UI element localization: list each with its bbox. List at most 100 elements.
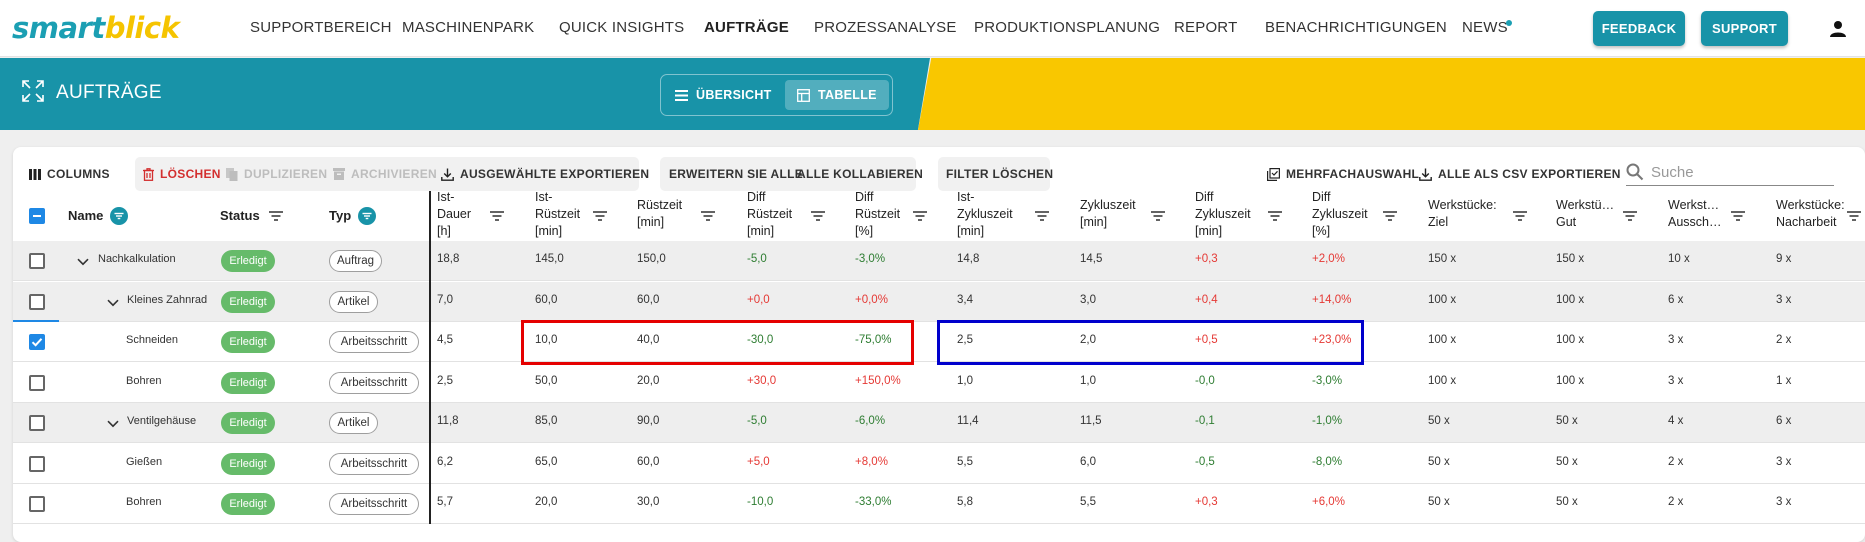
column-filter-icon[interactable] bbox=[913, 211, 927, 221]
table-cell: 3 x bbox=[1776, 456, 1792, 468]
row-checkbox[interactable] bbox=[29, 253, 45, 269]
column-filter-icon[interactable] bbox=[490, 211, 504, 221]
table-row[interactable] bbox=[13, 484, 1865, 524]
column-filter-icon[interactable] bbox=[1151, 211, 1165, 221]
duplicate-button[interactable]: DUPLIZIEREN bbox=[226, 165, 327, 183]
export-csv-button[interactable]: ALLE ALS CSV EXPORTIEREN bbox=[1419, 165, 1621, 183]
feedback-button[interactable]: FEEDBACK bbox=[1593, 11, 1685, 46]
table-cell: 145,0 bbox=[535, 253, 564, 265]
col-header-line: Diff bbox=[855, 190, 874, 204]
status-filter-icon[interactable] bbox=[269, 211, 283, 221]
col-header-1[interactable]: Ist- Dauer [h] bbox=[437, 189, 471, 240]
delete-label: LÖSCHEN bbox=[160, 167, 221, 181]
col-header-6[interactable]: Ist- Zykluszeit [min] bbox=[957, 189, 1013, 240]
column-filter-icon[interactable] bbox=[1847, 211, 1861, 221]
col-header-2[interactable]: Ist- Rüstzeit [min] bbox=[535, 189, 580, 240]
nav-prozessanalyse[interactable]: PROZESSANALYSE bbox=[814, 19, 957, 36]
col-header-10[interactable]: Werkstücke: Ziel bbox=[1428, 197, 1497, 231]
name-filter-active-icon[interactable] bbox=[110, 207, 128, 225]
table-cell: 1,0 bbox=[957, 375, 973, 387]
col-header-4[interactable]: Diff Rüstzeit [min] bbox=[747, 189, 792, 240]
column-filter-icon[interactable] bbox=[1383, 211, 1397, 221]
table-cell: 60,0 bbox=[535, 294, 558, 306]
nav-report[interactable]: REPORT bbox=[1174, 19, 1237, 36]
table-icon bbox=[797, 88, 810, 102]
nav-benachrichtigungen[interactable]: BENACHRICHTIGUNGEN bbox=[1265, 19, 1447, 36]
multi-select-button[interactable]: MEHRFACHAUSWAHL bbox=[1267, 165, 1419, 183]
col-header-7[interactable]: Zykluszeit [min] bbox=[1080, 197, 1136, 231]
expand-all-button[interactable]: ERWEITERN SIE ALLE bbox=[669, 165, 803, 183]
row-checkbox[interactable] bbox=[29, 496, 45, 512]
search-input[interactable]: Suche bbox=[1651, 164, 1694, 181]
typ-filter-active-icon[interactable] bbox=[358, 207, 376, 225]
nav-auftraege[interactable]: AUFTRÄGE bbox=[704, 19, 789, 36]
clear-filter-button[interactable]: FILTER LÖSCHEN bbox=[946, 165, 1053, 183]
select-all-checkbox[interactable] bbox=[29, 208, 45, 224]
col-header-11[interactable]: Werkstü… Gut bbox=[1556, 197, 1614, 231]
table-cell: 150 x bbox=[1556, 253, 1585, 265]
col-header-5[interactable]: Diff Rüstzeit [%] bbox=[855, 189, 900, 240]
table-cell: 18,8 bbox=[437, 253, 460, 265]
table-row[interactable] bbox=[13, 363, 1865, 403]
column-filter-icon[interactable] bbox=[593, 211, 607, 221]
download-icon bbox=[1419, 168, 1432, 181]
nav-maschinenpark[interactable]: MASCHINENPARK bbox=[402, 19, 534, 36]
col-header-line: Dauer bbox=[437, 207, 472, 221]
table-cell: +0,0 bbox=[747, 294, 770, 306]
col-header-12[interactable]: Werkst… Aussch… bbox=[1668, 197, 1722, 231]
nav-quick-insights[interactable]: QUICK INSIGHTS bbox=[559, 19, 684, 36]
view-table-button[interactable]: TABELLE bbox=[785, 80, 889, 110]
trash-icon bbox=[143, 167, 154, 181]
table-cell: 3,4 bbox=[957, 294, 973, 306]
col-header-13[interactable]: Werkstücke: Nacharbeit bbox=[1776, 197, 1845, 231]
col-header-line: [min] bbox=[747, 224, 775, 238]
col-header-9[interactable]: Diff Zykluszeit [%] bbox=[1312, 189, 1368, 240]
col-header-status[interactable]: Status bbox=[220, 207, 260, 224]
archive-button[interactable]: ARCHIVIEREN bbox=[333, 165, 437, 183]
fullscreen-icon[interactable] bbox=[22, 80, 44, 102]
row-checkbox[interactable] bbox=[29, 294, 45, 310]
smartblick-logo[interactable]: smartblick bbox=[12, 11, 180, 45]
column-filter-icon[interactable] bbox=[1268, 211, 1282, 221]
col-header-line: Diff bbox=[1312, 190, 1331, 204]
status-badge: Erledigt bbox=[221, 331, 275, 353]
col-header-typ[interactable]: Typ bbox=[329, 207, 351, 224]
chevron-down-icon[interactable] bbox=[77, 258, 89, 266]
column-filter-icon[interactable] bbox=[1623, 211, 1637, 221]
nav-produktionsplanung[interactable]: PRODUKTIONSPLANUNG bbox=[974, 19, 1160, 36]
support-button[interactable]: SUPPORT bbox=[1701, 11, 1788, 46]
table-row[interactable] bbox=[13, 241, 1865, 281]
column-filter-icon[interactable] bbox=[1731, 211, 1745, 221]
col-header-line: Rüstzeit bbox=[637, 198, 683, 212]
export-selected-button[interactable]: AUSGEWÄHLTE EXPORTIEREN bbox=[441, 165, 649, 183]
view-overview-button[interactable]: ÜBERSICHT bbox=[675, 80, 775, 110]
col-header-8[interactable]: Diff Zykluszeit [min] bbox=[1195, 189, 1251, 240]
nav-supportbereich[interactable]: SUPPORTBEREICH bbox=[250, 19, 392, 36]
table-row[interactable] bbox=[13, 444, 1865, 484]
nav-news[interactable]: NEWS bbox=[1462, 19, 1508, 36]
row-checkbox[interactable] bbox=[29, 334, 45, 350]
table-row[interactable] bbox=[13, 282, 1865, 322]
row-checkbox[interactable] bbox=[29, 415, 45, 431]
row-checkbox[interactable] bbox=[29, 456, 45, 472]
delete-button[interactable]: LÖSCHEN bbox=[143, 165, 221, 183]
column-filter-icon[interactable] bbox=[1513, 211, 1527, 221]
col-header-line: Werkstücke: bbox=[1776, 198, 1845, 212]
table-cell: +30,0 bbox=[747, 375, 777, 387]
page-title: AUFTRÄGE bbox=[56, 82, 162, 103]
col-header-line: Rüstzeit bbox=[535, 207, 581, 221]
column-filter-icon[interactable] bbox=[701, 211, 715, 221]
col-header-line: Ist- bbox=[437, 190, 455, 204]
chevron-down-icon[interactable] bbox=[107, 420, 119, 428]
col-header-name[interactable]: Name bbox=[68, 207, 103, 224]
user-account-icon[interactable] bbox=[1829, 20, 1847, 38]
chevron-down-icon[interactable] bbox=[107, 299, 119, 307]
collapse-all-button[interactable]: ALLE KOLLABIEREN bbox=[797, 165, 923, 183]
column-filter-icon[interactable] bbox=[1035, 211, 1049, 221]
table-row[interactable] bbox=[13, 403, 1865, 443]
row-checkbox[interactable] bbox=[29, 375, 45, 391]
col-header-3[interactable]: Rüstzeit [min] bbox=[637, 197, 682, 231]
table-cell: 50,0 bbox=[535, 375, 558, 387]
column-filter-icon[interactable] bbox=[811, 211, 825, 221]
columns-button[interactable]: COLUMNS bbox=[29, 165, 110, 183]
